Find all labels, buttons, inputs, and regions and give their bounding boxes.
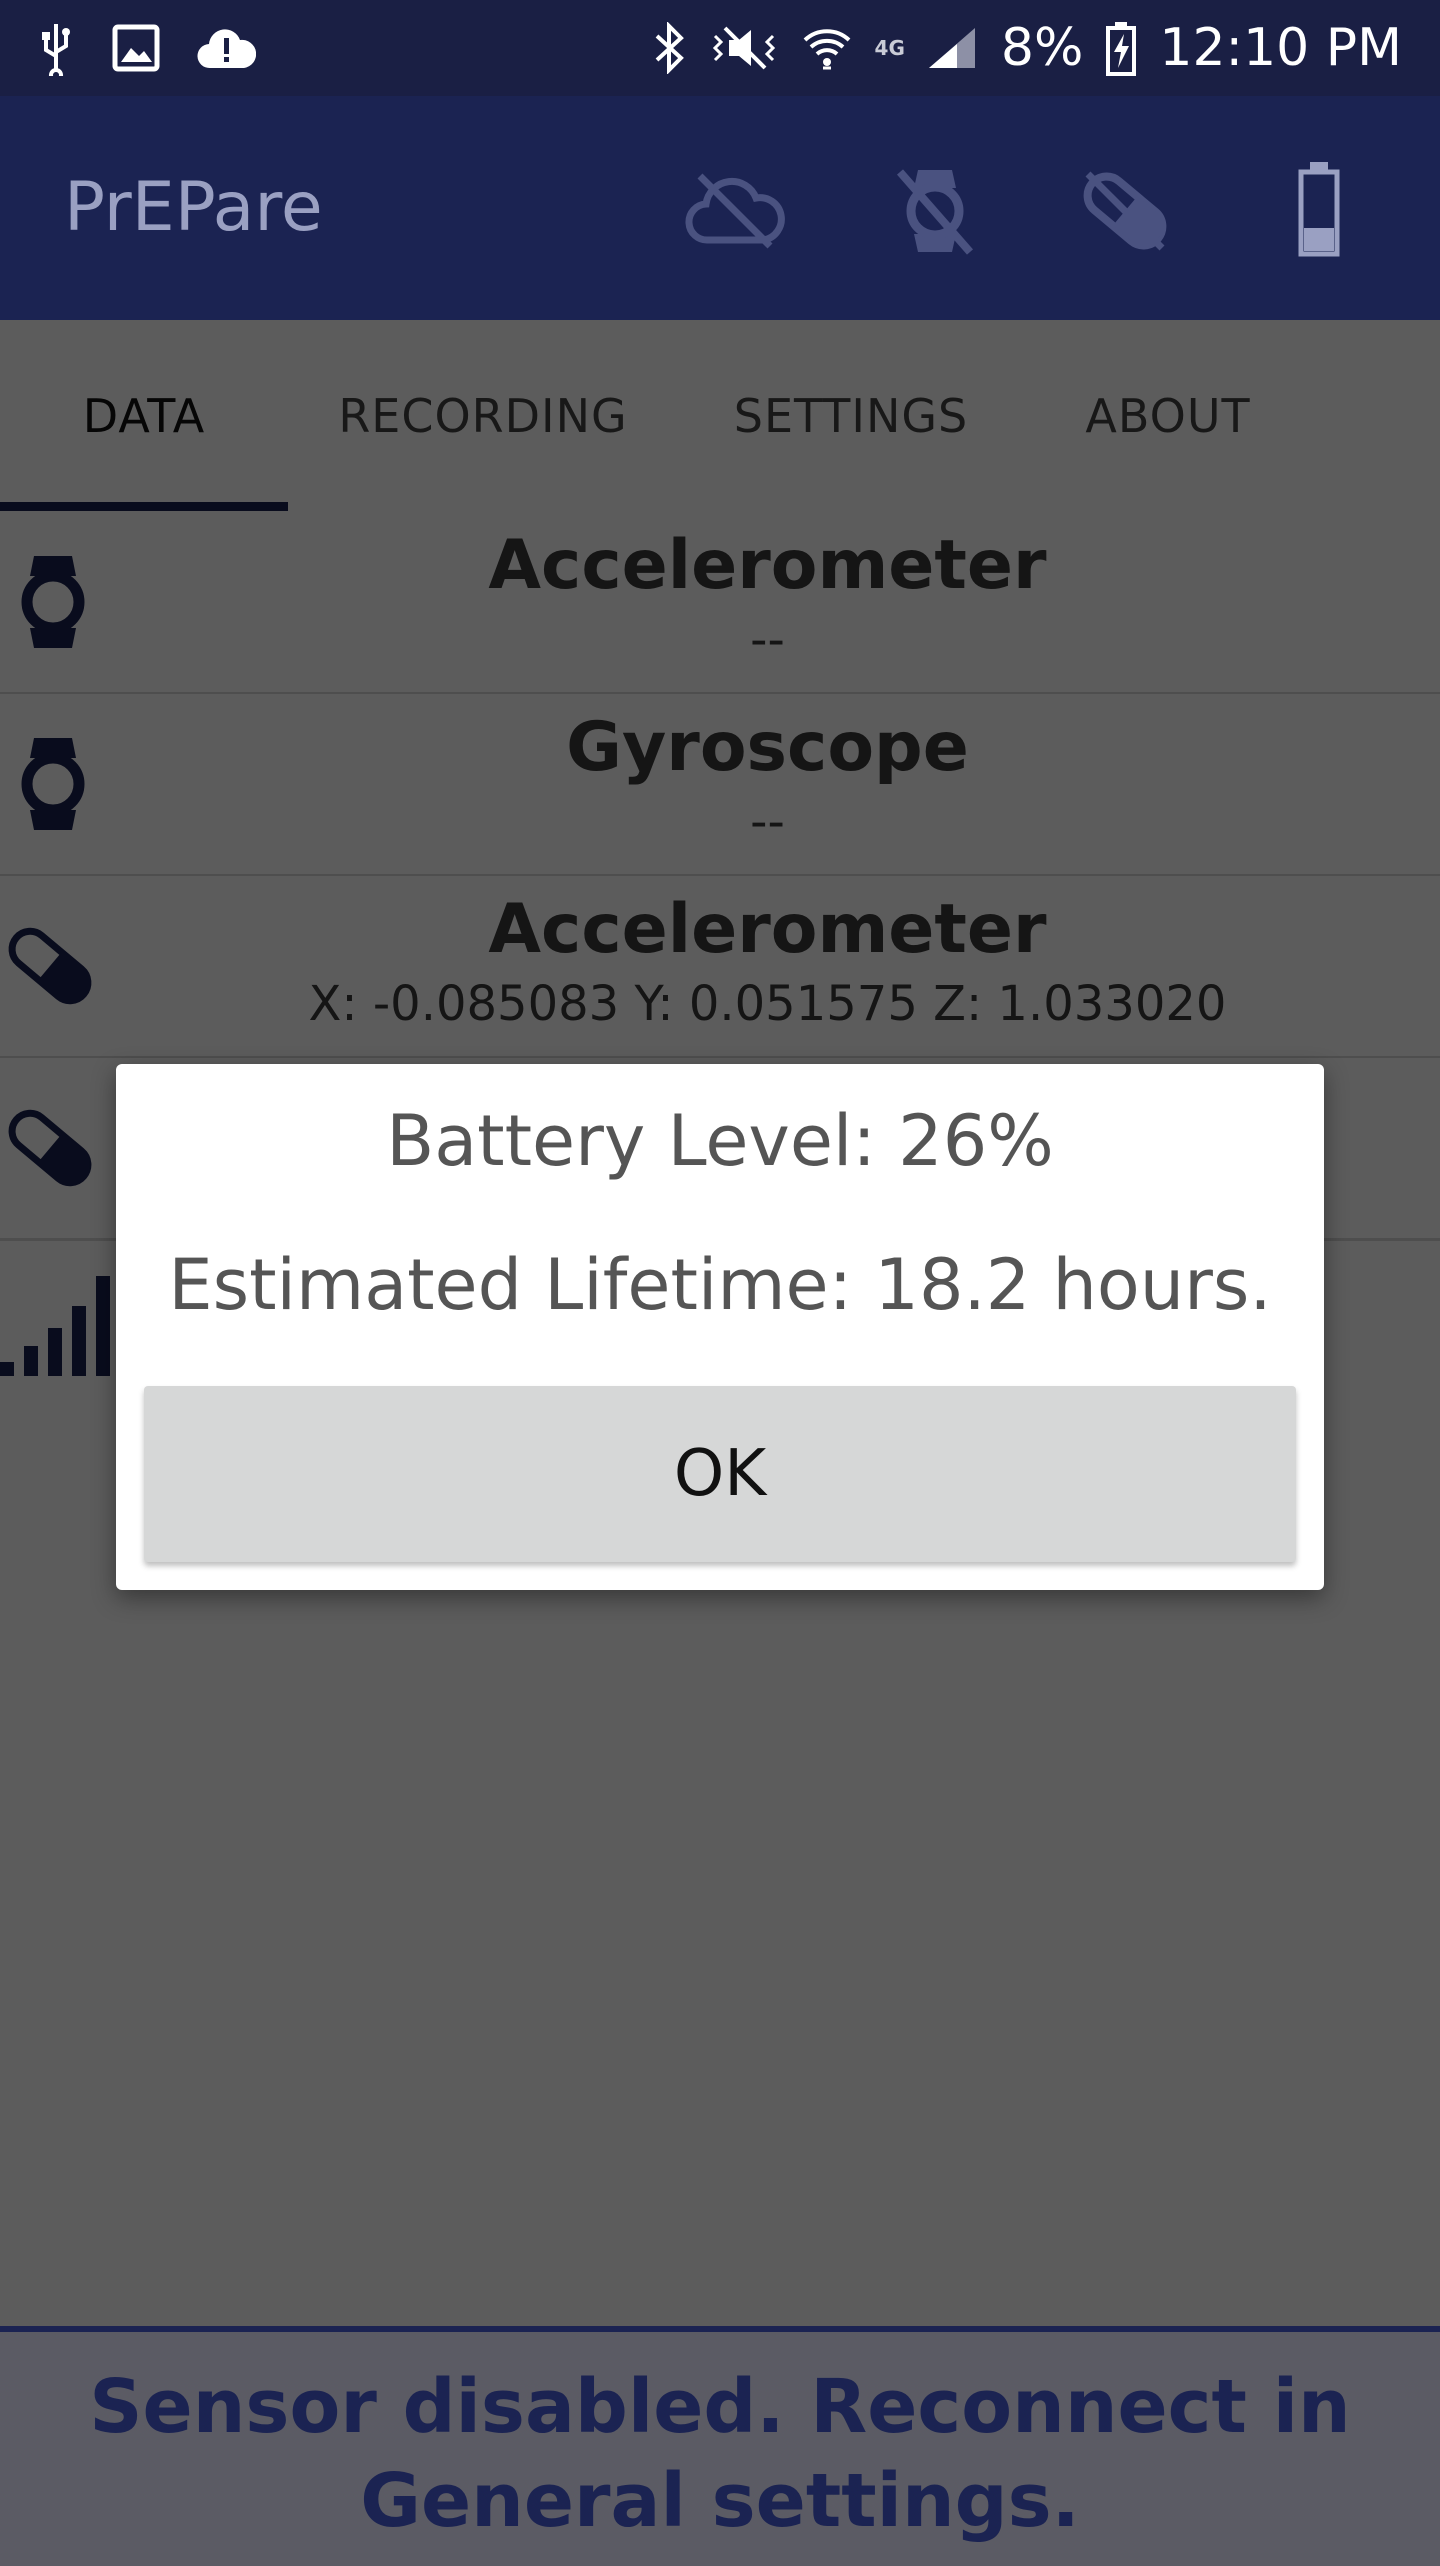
sensor-value: -- — [750, 794, 785, 850]
signal-strength-icon — [0, 1276, 110, 1376]
vibrate-mute-icon — [712, 26, 775, 70]
tab-about[interactable]: ABOUT — [1024, 320, 1312, 512]
sensor-row[interactable]: Accelerometer X: -0.085083 Y: 0.051575 Z… — [0, 876, 1440, 1059]
sensor-row[interactable]: Gyroscope -- — [0, 694, 1440, 877]
tab-bar: DATA RECORDING SETTINGS ABOUT — [0, 320, 1312, 512]
clock: 12:10 PM — [1159, 18, 1402, 78]
status-system-icons: 4G 8% 12:10 PM — [653, 14, 1402, 82]
app-bar: PrEPare — [0, 96, 1440, 320]
cell-signal-icon — [928, 28, 975, 68]
network-type: 4G — [874, 36, 905, 60]
battery-percent: 8% — [1000, 18, 1084, 78]
pill-icon — [8, 1109, 92, 1187]
watch-off-icon[interactable] — [880, 156, 990, 266]
status-footer: Sensor disabled. Reconnect in General se… — [0, 2326, 1440, 2566]
battery-icon[interactable] — [1264, 156, 1374, 266]
wifi-icon — [803, 29, 850, 70]
status-bar: 4G 8% 12:10 PM — [0, 0, 1440, 96]
battery-level-text: Battery Level: 26% — [386, 1100, 1054, 1182]
battery-charging-icon — [1106, 22, 1137, 76]
sensor-row[interactable]: Accelerometer -- — [0, 512, 1440, 695]
tab-settings[interactable]: SETTINGS — [678, 320, 1024, 512]
image-icon — [112, 24, 160, 72]
tab-indicator — [0, 502, 288, 511]
estimated-lifetime-text: Estimated Lifetime: 18.2 hours. — [168, 1244, 1272, 1326]
sensor-title: Accelerometer — [488, 890, 1047, 969]
tab-recording[interactable]: RECORDING — [288, 320, 678, 512]
sensor-value: -- — [750, 612, 785, 668]
sensor-disabled-message: Sensor disabled. Reconnect in General se… — [89, 2364, 1351, 2544]
tab-data[interactable]: DATA — [0, 320, 288, 512]
usb-icon — [42, 24, 70, 76]
status-notifications — [36, 18, 256, 78]
bluetooth-icon — [655, 22, 684, 74]
sensor-title: Gyroscope — [566, 708, 969, 787]
cloud-alert-icon — [197, 29, 256, 69]
cloud-off-icon[interactable] — [680, 156, 790, 266]
app-title: PrEPare — [64, 168, 323, 247]
sensor-title: Accelerometer — [488, 526, 1047, 605]
ok-button[interactable]: OK — [144, 1386, 1296, 1562]
battery-dialog: Battery Level: 26% Estimated Lifetime: 1… — [116, 1064, 1324, 1590]
pill-off-icon[interactable] — [1070, 156, 1180, 266]
sensor-value: X: -0.085083 Y: 0.051575 Z: 1.033020 — [308, 976, 1227, 1032]
